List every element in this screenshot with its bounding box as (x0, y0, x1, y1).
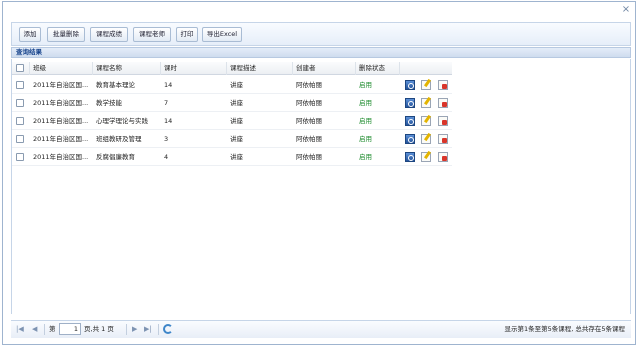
toolbar: 添加 批量删除 课程成绩 课程老师 打印 导出Excel (11, 22, 631, 46)
print-button[interactable]: 打印 (176, 27, 198, 42)
table-row[interactable]: 2011年自治区国... 反腐倡廉教育 4 讲座 阿依帕丽 启用 (12, 148, 452, 166)
view-icon[interactable] (405, 134, 415, 144)
table-row[interactable]: 2011年自治区国... 心理学理论与实践 14 讲座 阿依帕丽 启用 (12, 112, 452, 130)
edit-icon[interactable] (421, 152, 431, 162)
header-actions (400, 62, 452, 75)
cell-class: 2011年自治区国... (33, 117, 89, 125)
cell-creator: 阿依帕丽 (296, 135, 322, 143)
row-checkbox[interactable] (16, 81, 24, 89)
page-number-input[interactable]: 1 (59, 323, 81, 335)
edit-icon[interactable] (421, 98, 431, 108)
cell-hours: 7 (164, 99, 169, 107)
view-icon[interactable] (405, 116, 415, 126)
cell-class: 2011年自治区国... (33, 135, 89, 143)
row-checkbox[interactable] (16, 153, 24, 161)
cell-class: 2011年自治区国... (33, 99, 89, 107)
delete-icon[interactable] (438, 116, 448, 126)
cell-creator: 阿依帕丽 (296, 117, 322, 125)
cell-creator: 阿依帕丽 (296, 99, 322, 107)
pagination-bar: |◀ ◀ 第 1 页,共 1 页 ▶ ▶| 显示第1条至第5条课程, 总共存在5… (11, 320, 631, 338)
header-status[interactable]: 删除状态 (356, 62, 400, 75)
dialog-window: × 添加 批量删除 课程成绩 课程老师 打印 导出Excel 查询结果 班级 课… (2, 1, 636, 345)
header-description[interactable]: 课程描述 (227, 62, 293, 75)
edit-icon[interactable] (421, 134, 431, 144)
table-row[interactable]: 2011年自治区国... 教学技能 7 讲座 阿依帕丽 启用 (12, 94, 452, 112)
next-page-icon[interactable]: ▶ (132, 324, 137, 335)
cell-status: 启用 (359, 135, 372, 143)
delete-icon[interactable] (438, 152, 448, 162)
pager-divider (158, 324, 159, 335)
row-checkbox[interactable] (16, 99, 24, 107)
close-icon[interactable]: × (621, 5, 631, 15)
page-prefix-label: 第 (49, 325, 56, 333)
header-class[interactable]: 班级 (30, 62, 93, 75)
table-row[interactable]: 2011年自治区国... 班组教研及管理 3 讲座 阿依帕丽 启用 (12, 130, 452, 148)
edit-icon[interactable] (421, 116, 431, 126)
panel-title: 查询结果 (11, 47, 631, 58)
cell-status: 启用 (359, 81, 372, 89)
grid-header: 班级 课程名称 课时 课程描述 创建者 删除状态 (12, 62, 452, 75)
cell-creator: 阿依帕丽 (296, 81, 322, 89)
cell-course: 教育基本理论 (96, 81, 135, 89)
cell-class: 2011年自治区国... (33, 153, 89, 161)
cell-course: 反腐倡廉教育 (96, 153, 135, 161)
select-all-cell (12, 62, 30, 75)
export-excel-button[interactable]: 导出Excel (202, 27, 242, 42)
view-icon[interactable] (405, 98, 415, 108)
cell-hours: 4 (164, 153, 169, 161)
cell-description: 讲座 (230, 153, 243, 161)
delete-icon[interactable] (438, 80, 448, 90)
cell-status: 启用 (359, 99, 372, 107)
cell-hours: 14 (164, 81, 173, 89)
batch-delete-button[interactable]: 批量删除 (47, 27, 85, 42)
delete-icon[interactable] (438, 98, 448, 108)
cell-status: 启用 (359, 153, 372, 161)
view-icon[interactable] (405, 80, 415, 90)
cell-hours: 3 (164, 135, 169, 143)
cell-course: 教学技能 (96, 99, 122, 107)
results-grid: 班级 课程名称 课时 课程描述 创建者 删除状态 2011年自治区国... 教育… (11, 59, 631, 314)
edit-icon[interactable] (421, 80, 431, 90)
pager-divider (126, 324, 127, 335)
cell-course: 心理学理论与实践 (96, 117, 148, 125)
pager-divider (44, 324, 45, 335)
add-button[interactable]: 添加 (19, 27, 41, 42)
cell-status: 启用 (359, 117, 372, 125)
header-hours[interactable]: 课时 (161, 62, 227, 75)
cell-class: 2011年自治区国... (33, 81, 89, 89)
row-checkbox[interactable] (16, 135, 24, 143)
first-page-icon[interactable]: |◀ (16, 324, 24, 335)
course-grades-button[interactable]: 课程成绩 (90, 27, 128, 42)
view-icon[interactable] (405, 152, 415, 162)
cell-creator: 阿依帕丽 (296, 153, 322, 161)
cell-description: 讲座 (230, 117, 243, 125)
course-teacher-button[interactable]: 课程老师 (133, 27, 171, 42)
refresh-icon[interactable] (163, 324, 173, 334)
row-checkbox[interactable] (16, 117, 24, 125)
cell-description: 讲座 (230, 135, 243, 143)
last-page-icon[interactable]: ▶| (144, 324, 152, 335)
page-total-label: 页,共 1 页 (84, 325, 114, 333)
delete-icon[interactable] (438, 134, 448, 144)
cell-description: 讲座 (230, 81, 243, 89)
table-row[interactable]: 2011年自治区国... 教育基本理论 14 讲座 阿依帕丽 启用 (12, 76, 452, 94)
cell-description: 讲座 (230, 99, 243, 107)
header-creator[interactable]: 创建者 (293, 62, 356, 75)
cell-course: 班组教研及管理 (96, 135, 142, 143)
pagination-info: 显示第1条至第5条课程, 总共存在5条课程 (504, 325, 625, 333)
header-course[interactable]: 课程名称 (93, 62, 161, 75)
select-all-checkbox[interactable] (16, 64, 24, 72)
prev-page-icon[interactable]: ◀ (32, 324, 37, 335)
cell-hours: 14 (164, 117, 173, 125)
